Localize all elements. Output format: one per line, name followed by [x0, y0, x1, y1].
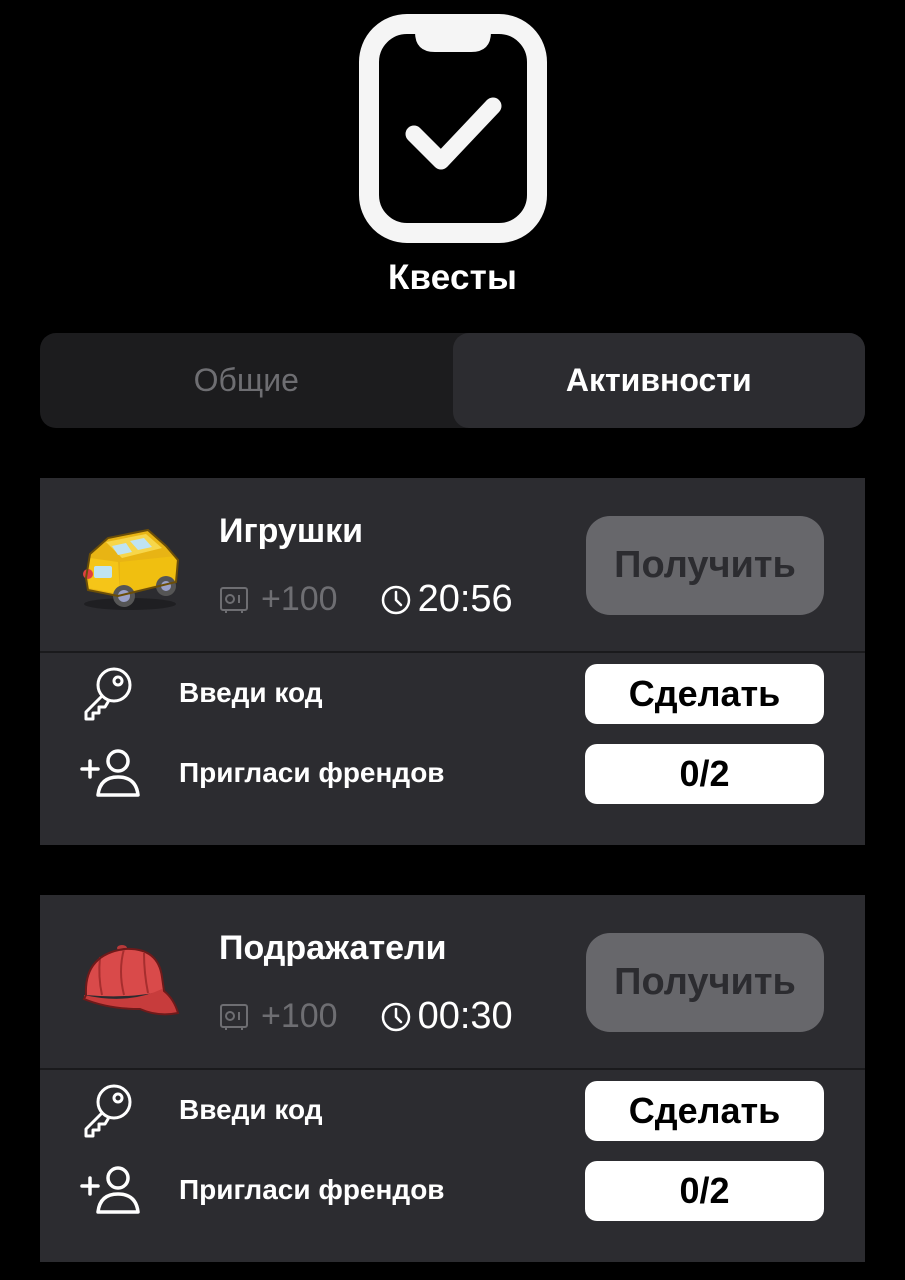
invite-progress-button[interactable]: 0/2	[585, 744, 824, 804]
do-task-button[interactable]: Сделать	[585, 1081, 824, 1141]
task-row: Пригласи френдов 0/2	[40, 1152, 865, 1232]
task-label: Пригласи френдов	[179, 1174, 445, 1205]
add-user-icon	[80, 1166, 140, 1214]
quests-screen: Квесты Общие Активности Игрушки +100 20:…	[0, 0, 905, 1280]
task-label: Пригласи френдов	[179, 757, 445, 788]
claim-button[interactable]: Получить	[586, 516, 824, 615]
tab-general[interactable]: Общие	[40, 333, 453, 428]
safe-icon	[220, 1003, 248, 1030]
task-row: Введи код Сделать	[40, 655, 865, 735]
quest-title: Подражатели	[219, 929, 447, 967]
quest-header: Игрушки +100 20:56 Получить	[40, 478, 865, 653]
task-label: Введи код	[179, 677, 323, 708]
quest-card: Подражатели +100 00:30 Получить Введи ко…	[40, 895, 865, 1262]
task-row: Введи код Сделать	[40, 1072, 865, 1152]
page-title: Квесты	[387, 258, 518, 297]
clock-icon	[381, 1002, 410, 1031]
tab-activities[interactable]: Активности	[452, 333, 865, 428]
key-icon	[84, 667, 132, 721]
quest-timer: 00:30	[417, 995, 513, 1037]
toy-car-icon	[83, 528, 180, 610]
do-task-button[interactable]: Сделать	[585, 664, 824, 724]
key-icon	[84, 1084, 132, 1138]
red-cap-icon	[82, 945, 180, 1016]
tab-bar: Общие Активности	[40, 333, 865, 428]
reward-amount: +100	[261, 580, 338, 618]
quest-meta: +100 00:30	[219, 995, 513, 1038]
add-user-icon	[80, 749, 140, 797]
clipboard-check-icon	[359, 14, 547, 243]
claim-button[interactable]: Получить	[586, 933, 824, 1032]
quest-card: Игрушки +100 20:56 Получить Введи код Сд…	[40, 478, 865, 845]
clock-icon	[381, 585, 410, 614]
quest-header: Подражатели +100 00:30 Получить	[40, 895, 865, 1070]
safe-icon	[220, 586, 248, 613]
quest-meta: +100 20:56	[219, 578, 513, 621]
task-row: Пригласи френдов 0/2	[40, 735, 865, 815]
task-label: Введи код	[179, 1094, 323, 1125]
quest-timer: 20:56	[417, 578, 513, 620]
quest-title: Игрушки	[219, 512, 364, 550]
invite-progress-button[interactable]: 0/2	[585, 1161, 824, 1221]
reward-amount: +100	[261, 997, 338, 1035]
